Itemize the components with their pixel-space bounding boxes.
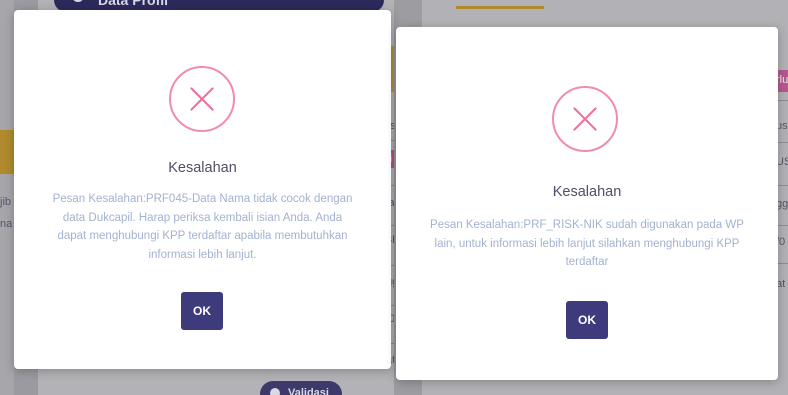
- side-text-fragment: jib: [0, 196, 12, 208]
- dialog-message: Pesan Kesalahan:PRF045-Data Nama tidak c…: [52, 193, 353, 261]
- close-circle-icon: [552, 86, 618, 152]
- dialog-title: Kesalahan: [168, 160, 237, 176]
- validate-button-label: Validasi: [288, 387, 329, 395]
- dialog-message: Pesan Kesalahan:PRF_RISK-NIK sudah digun…: [430, 219, 744, 268]
- side-text-fragment: na: [0, 218, 13, 230]
- error-dialog-nik-used: Kesalahan Pesan Kesalahan:PRF_RISK-NIK s…: [396, 27, 778, 380]
- profile-icon: [72, 0, 84, 2]
- close-circle-icon: [169, 66, 235, 132]
- ok-button[interactable]: OK: [181, 292, 223, 330]
- error-dialog-name-mismatch: Kesalahan Pesan Kesalahan:PRF045-Data Na…: [14, 10, 391, 369]
- ok-button[interactable]: OK: [566, 301, 608, 339]
- active-tab-indicator: [456, 6, 544, 9]
- profile-title: Data Profil: [98, 0, 169, 8]
- dialog-title: Kesalahan: [552, 184, 622, 200]
- side-highlight: [0, 130, 14, 174]
- check-icon: [270, 388, 280, 395]
- validate-button[interactable]: Validasi: [260, 381, 342, 395]
